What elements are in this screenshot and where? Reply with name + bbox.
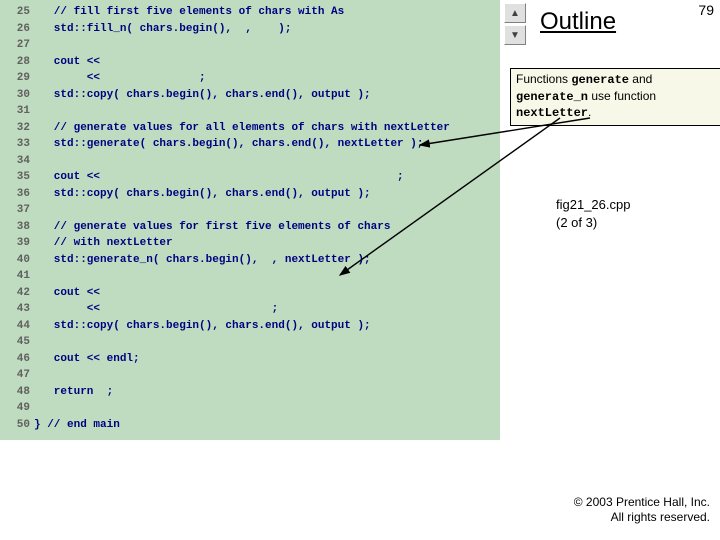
callout-box: Functions generate and generate_n use fu… bbox=[510, 68, 720, 126]
code-panel: 25 26 27 28 29 30 31 32 33 34 35 36 37 3… bbox=[0, 0, 500, 440]
line-number-gutter: 25 26 27 28 29 30 31 32 33 34 35 36 37 3… bbox=[0, 0, 34, 440]
callout-code: generate_n bbox=[516, 90, 588, 104]
callout-text: Functions bbox=[516, 72, 571, 86]
footer: © 2003 Prentice Hall, Inc. All rights re… bbox=[574, 495, 710, 526]
callout-text: . bbox=[588, 105, 591, 119]
slide-number: 79 bbox=[698, 2, 714, 18]
callout-text: and bbox=[629, 72, 652, 86]
nav-down-button[interactable]: ▼ bbox=[504, 25, 526, 45]
nav-up-button[interactable]: ▲ bbox=[504, 3, 526, 23]
figure-caption: fig21_26.cpp (2 of 3) bbox=[556, 196, 630, 231]
callout-code: generate bbox=[571, 73, 629, 87]
figure-filename: fig21_26.cpp bbox=[556, 197, 630, 212]
callout-code: nextLetter bbox=[516, 106, 588, 120]
nav-buttons: ▲ ▼ bbox=[504, 3, 526, 45]
figure-page: (2 of 3) bbox=[556, 215, 597, 230]
callout-text: use function bbox=[588, 89, 656, 103]
rights-line: All rights reserved. bbox=[611, 510, 710, 524]
copyright-line: © 2003 Prentice Hall, Inc. bbox=[574, 495, 710, 509]
code-listing: // fill first five elements of chars wit… bbox=[34, 0, 500, 440]
outline-title: Outline bbox=[540, 8, 616, 36]
